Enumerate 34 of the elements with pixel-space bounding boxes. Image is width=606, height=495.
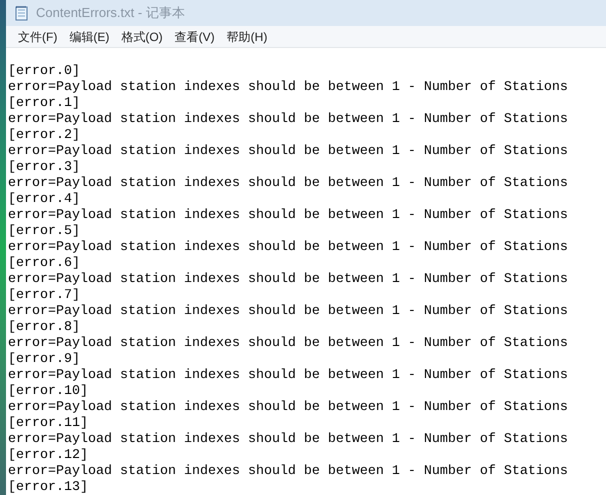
menu-item[interactable]: 帮助(H) [222, 28, 272, 46]
text-line: [error.9] [8, 352, 80, 368]
window-title: ContentErrors.txt - 记事本 [36, 4, 185, 22]
text-line: error=Payload station indexes should be between 1 - Number of Stations [8, 240, 568, 256]
menu-item[interactable]: 编辑(E) [65, 28, 114, 46]
text-line: error=Payload station indexes should be between 1 - Number of Stations [8, 176, 568, 192]
text-line: [error.12] [8, 448, 88, 464]
text-line: [error.10] [8, 384, 88, 400]
text-line: [error.7] [8, 288, 80, 304]
text-line: error=Payload station indexes should be between 1 - Number of Stations [8, 336, 568, 352]
menu-item[interactable]: 查看(V) [170, 28, 219, 46]
text-line: error=Payload station indexes should be between 1 - Number of Stations [8, 304, 568, 320]
text-line: error=Payload station indexes should be between 1 - Number of Stations [8, 464, 568, 480]
text-line: error=Payload station indexes should be between 1 - Number of Stations [8, 208, 568, 224]
text-line: error=Payload station indexes should be between 1 - Number of Stations [8, 112, 568, 128]
menu-item[interactable]: 文件(F) [14, 28, 62, 46]
text-line: [error.13] [8, 480, 88, 495]
text-line: [error.5] [8, 224, 80, 240]
text-line: [error.3] [8, 160, 80, 176]
text-line: [error.0] [8, 64, 80, 80]
text-line: error=Payload station indexes should be between 1 - Number of Stations [8, 400, 568, 416]
text-line: error=Payload station indexes should be between 1 - Number of Stations [8, 80, 568, 96]
text-line: [error.11] [8, 416, 88, 432]
text-line: error=Payload station indexes should be between 1 - Number of Stations [8, 144, 568, 160]
text-line: error=Payload station indexes should be between 1 - Number of Stations [8, 368, 568, 384]
notepad-icon [14, 5, 30, 21]
text-line: [error.8] [8, 320, 80, 336]
menu-item[interactable]: 格式(O) [117, 28, 167, 46]
text-line: error=Payload station indexes should be between 1 - Number of Stations [8, 272, 568, 288]
text-line: [error.6] [8, 256, 80, 272]
text-line: error=Payload station indexes should be between 1 - Number of Stations [8, 432, 568, 448]
text-line: [error.1] [8, 96, 80, 112]
text-line: [error.2] [8, 128, 80, 144]
text-line: [error.4] [8, 192, 80, 208]
